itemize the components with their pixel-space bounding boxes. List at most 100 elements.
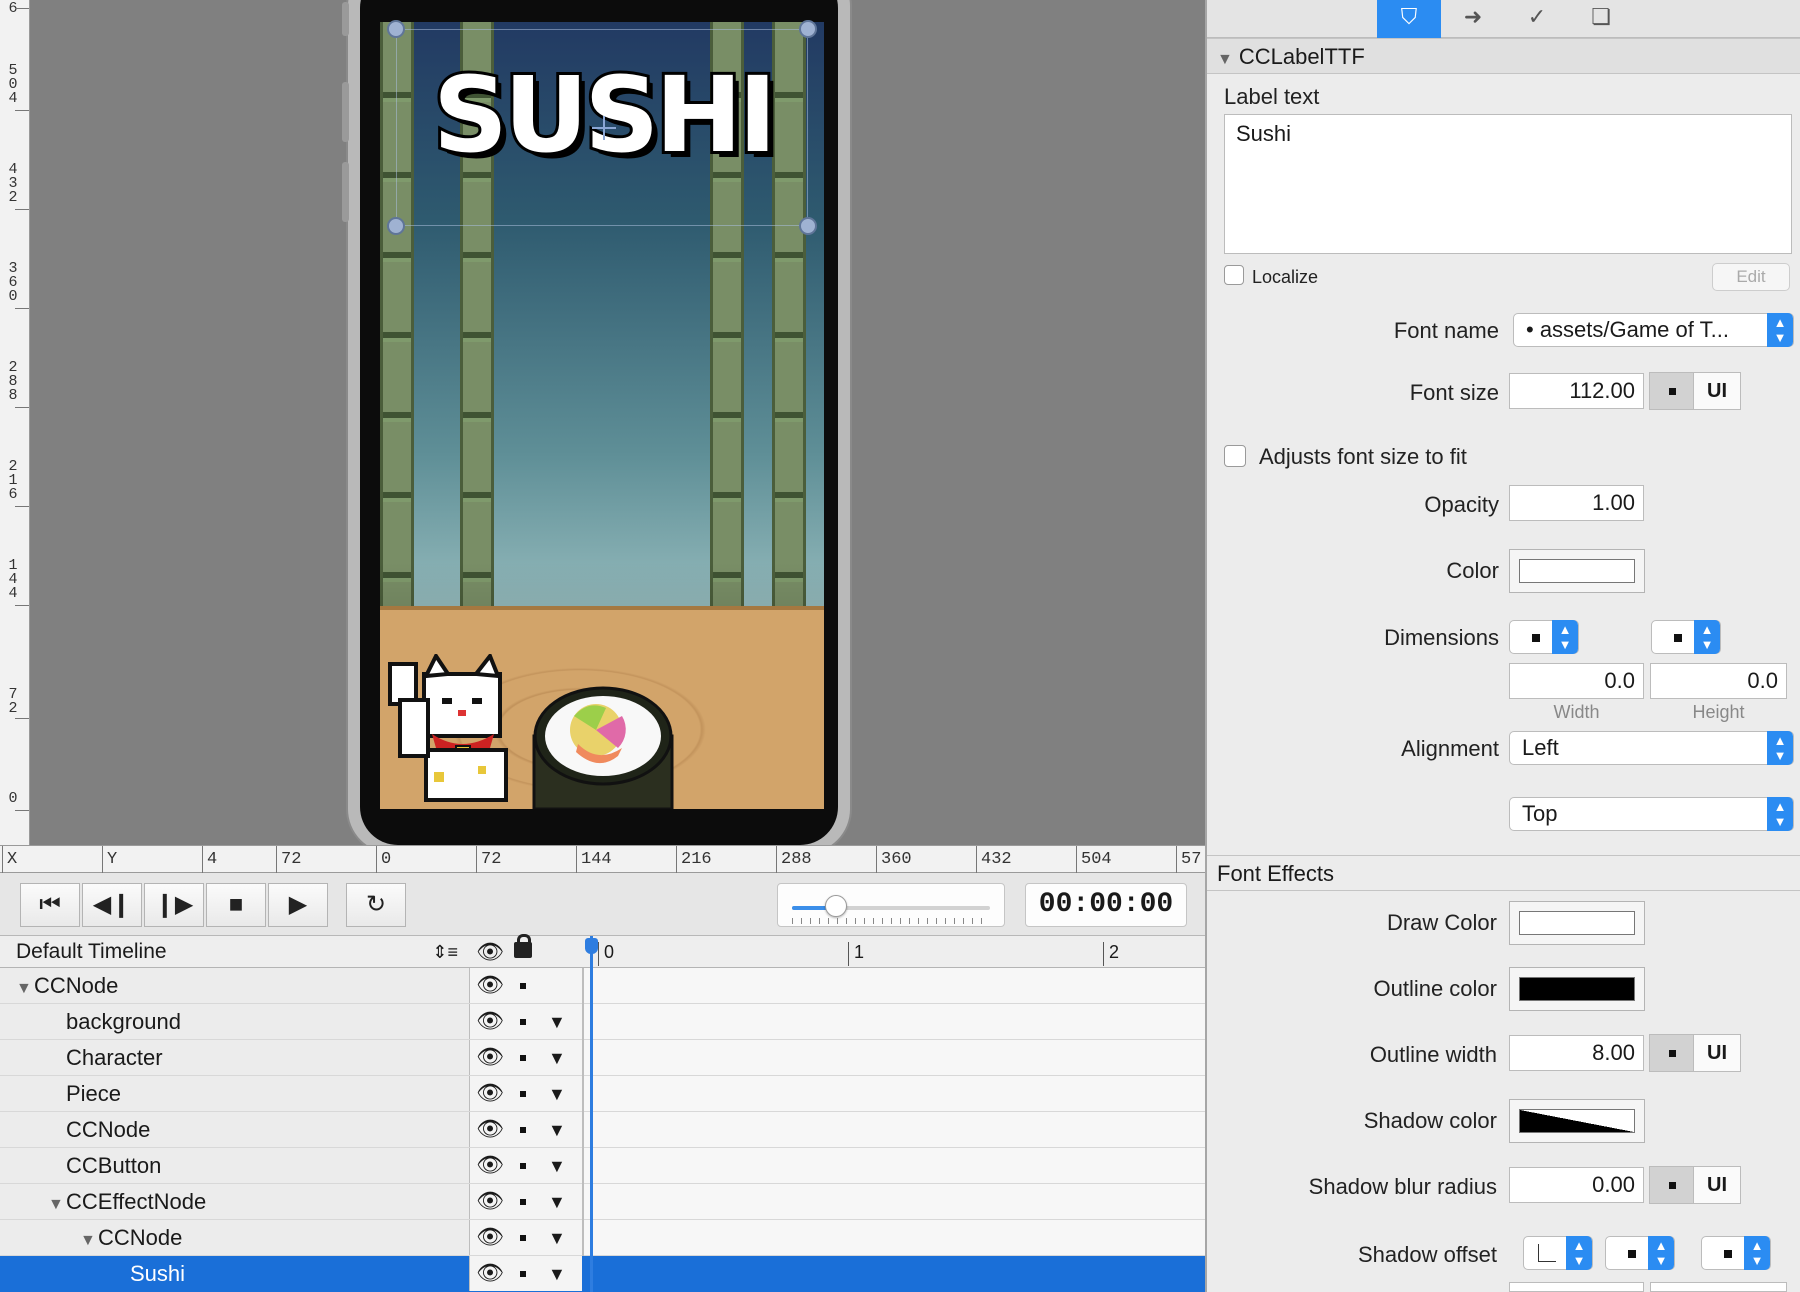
dimensions-height-unit-select[interactable]: ▲ ▼: [1651, 620, 1721, 654]
timeline-row-name[interactable]: Character: [0, 1040, 470, 1075]
keyframe-lane[interactable]: [584, 1004, 1205, 1039]
keyframe-menu-icon[interactable]: ▼: [548, 1048, 566, 1069]
tab-code-connections[interactable]: ➜: [1441, 0, 1505, 38]
visibility-toggle-icon[interactable]: 👁: [476, 1152, 504, 1178]
resize-handle-bottom-left[interactable]: [387, 217, 405, 235]
tab-item-properties[interactable]: ⛉: [1377, 0, 1441, 38]
timeline-row[interactable]: Sushi 👁 ▼: [0, 1256, 1205, 1292]
step-back-button[interactable]: ◀❙: [82, 883, 142, 927]
timeline-row-name[interactable]: Piece: [0, 1076, 470, 1111]
visibility-toggle-icon[interactable]: 👁: [476, 1188, 504, 1214]
font-effects-section-header[interactable]: Font Effects: [1207, 855, 1800, 891]
shadow-offset-x-field[interactable]: [1509, 1282, 1644, 1292]
timeline-scale[interactable]: 0 1 2: [588, 936, 1205, 968]
tab-templates[interactable]: ❏: [1569, 0, 1633, 38]
visibility-toggle-icon[interactable]: 👁: [476, 1116, 504, 1142]
localize-checkbox[interactable]: [1224, 265, 1244, 285]
timeline-row-name[interactable]: CCNode: [0, 1112, 470, 1147]
timeline-menu-icon[interactable]: ⇕≡: [432, 938, 458, 966]
vertical-alignment-select[interactable]: Top ▲ ▼: [1509, 797, 1794, 831]
adjusts-font-size-checkbox[interactable]: [1224, 445, 1246, 467]
keyframe-menu-icon[interactable]: ▼: [548, 1156, 566, 1177]
timeline-row-name[interactable]: background: [0, 1004, 470, 1039]
visibility-toggle-icon[interactable]: 👁: [476, 1224, 504, 1250]
timeline-playhead[interactable]: [585, 936, 598, 1292]
edit-localization-button[interactable]: Edit: [1712, 263, 1790, 291]
cclabelttf-section-header[interactable]: ▼ CCLabelTTF: [1207, 38, 1800, 74]
stage-canvas[interactable]: SUSHI 6 504 432 360 288 216 144 72 0: [0, 0, 1205, 845]
timeline-row[interactable]: background 👁 ▼: [0, 1004, 1205, 1040]
draw-color-well[interactable]: [1509, 901, 1645, 945]
sushi-roll-piece[interactable]: [530, 686, 676, 809]
timeline-selector[interactable]: Default Timeline ⇕≡: [2, 938, 468, 966]
lock-toggle-icon[interactable]: [520, 1199, 526, 1205]
unit-ui-option[interactable]: UI: [1694, 1167, 1740, 1203]
timeline-row-name[interactable]: Sushi: [0, 1256, 470, 1291]
shadow-offset-x-unit-select[interactable]: ▲ ▼: [1605, 1236, 1675, 1270]
disclosure-triangle-icon[interactable]: ▼: [16, 971, 34, 1006]
shadow-blur-unit-toggle[interactable]: UI: [1649, 1166, 1741, 1204]
timeline-row-name[interactable]: CCButton: [0, 1148, 470, 1183]
visibility-toggle-icon[interactable]: 👁: [476, 972, 504, 998]
keyframe-lane[interactable]: [584, 1148, 1205, 1183]
timeline-zoom-slider[interactable]: [777, 883, 1005, 927]
visibility-toggle-icon[interactable]: 👁: [476, 1080, 504, 1106]
opacity-field[interactable]: 1.00: [1509, 485, 1644, 521]
lock-toggle-icon[interactable]: [520, 1091, 526, 1097]
tab-physics[interactable]: ✓: [1505, 0, 1569, 38]
timeline-row[interactable]: ▼CCEffectNode 👁 ▼: [0, 1184, 1205, 1220]
disclosure-triangle-icon[interactable]: ▼: [1217, 51, 1233, 68]
keyframe-menu-icon[interactable]: ▼: [548, 1192, 566, 1213]
lock-toggle-icon[interactable]: [520, 1235, 526, 1241]
stop-button[interactable]: ■: [206, 883, 266, 927]
shadow-color-well[interactable]: [1509, 1099, 1645, 1143]
lock-toggle-icon[interactable]: [520, 1127, 526, 1133]
font-size-unit-toggle[interactable]: UI: [1649, 372, 1741, 410]
jump-to-start-button[interactable]: ⏮: [20, 883, 80, 927]
disclosure-triangle-icon[interactable]: ▼: [80, 1223, 98, 1258]
shadow-blur-radius-field[interactable]: 0.00: [1509, 1167, 1644, 1203]
horizontal-alignment-select[interactable]: Left ▲ ▼: [1509, 731, 1794, 765]
timeline-row-name[interactable]: ▼CCNode: [0, 968, 470, 1003]
font-size-field[interactable]: 112.00: [1509, 373, 1644, 409]
slider-knob[interactable]: [825, 895, 847, 917]
visibility-toggle-icon[interactable]: 👁: [476, 1260, 504, 1286]
timeline-row[interactable]: Character 👁 ▼: [0, 1040, 1205, 1076]
lucky-cat-character[interactable]: [386, 654, 526, 804]
lock-toggle-icon[interactable]: [520, 983, 526, 989]
unit-ui-option[interactable]: UI: [1694, 373, 1740, 409]
keyframe-menu-icon[interactable]: ▼: [548, 1012, 566, 1033]
disclosure-triangle-icon[interactable]: ▼: [48, 1187, 66, 1222]
timeline-row-name[interactable]: ▼CCEffectNode: [0, 1184, 470, 1219]
font-name-select[interactable]: • assets/Game of T... ▲ ▼: [1513, 313, 1794, 347]
keyframe-lane[interactable]: [584, 1076, 1205, 1111]
unit-points-option[interactable]: [1650, 1167, 1694, 1203]
lock-toggle-icon[interactable]: [520, 1055, 526, 1061]
keyframe-lane[interactable]: [584, 1112, 1205, 1147]
horizontal-ruler[interactable]: X Y 4 72 0 72 144 216 288 360 432 504 57: [0, 845, 1205, 874]
dimensions-width-unit-select[interactable]: ▲ ▼: [1509, 620, 1579, 654]
label-text-area[interactable]: Sushi: [1224, 114, 1792, 254]
vertical-ruler[interactable]: 6 504 432 360 288 216 144 72 0: [0, 0, 30, 845]
outline-width-field[interactable]: 8.00: [1509, 1035, 1644, 1071]
timeline-row[interactable]: ▼CCNode 👁 ▼: [0, 1220, 1205, 1256]
keyframe-lane[interactable]: [584, 1040, 1205, 1075]
visibility-toggle-icon[interactable]: 👁: [476, 1044, 504, 1070]
lock-toggle-icon[interactable]: [520, 1271, 526, 1277]
resize-handle-bottom-right[interactable]: [799, 217, 817, 235]
loop-button[interactable]: ↻: [346, 883, 406, 927]
shadow-offset-y-field[interactable]: [1650, 1282, 1787, 1292]
step-forward-button[interactable]: ❙▶: [144, 883, 204, 927]
timecode-display[interactable]: 00:00:00: [1025, 883, 1187, 927]
timeline-row-name[interactable]: ▼CCNode: [0, 1220, 470, 1255]
play-button[interactable]: ▶: [268, 883, 328, 927]
keyframe-menu-icon[interactable]: ▼: [548, 1084, 566, 1105]
timeline-row[interactable]: CCButton 👁 ▼: [0, 1148, 1205, 1184]
color-well[interactable]: [1509, 549, 1645, 593]
shadow-offset-y-unit-select[interactable]: ▲ ▼: [1701, 1236, 1771, 1270]
dimensions-height-field[interactable]: 0.0: [1650, 663, 1787, 699]
unit-points-option[interactable]: [1650, 373, 1694, 409]
keyframe-menu-icon[interactable]: ▼: [548, 1228, 566, 1249]
keyframe-menu-icon[interactable]: ▼: [548, 1120, 566, 1141]
unit-ui-option[interactable]: UI: [1694, 1035, 1740, 1071]
